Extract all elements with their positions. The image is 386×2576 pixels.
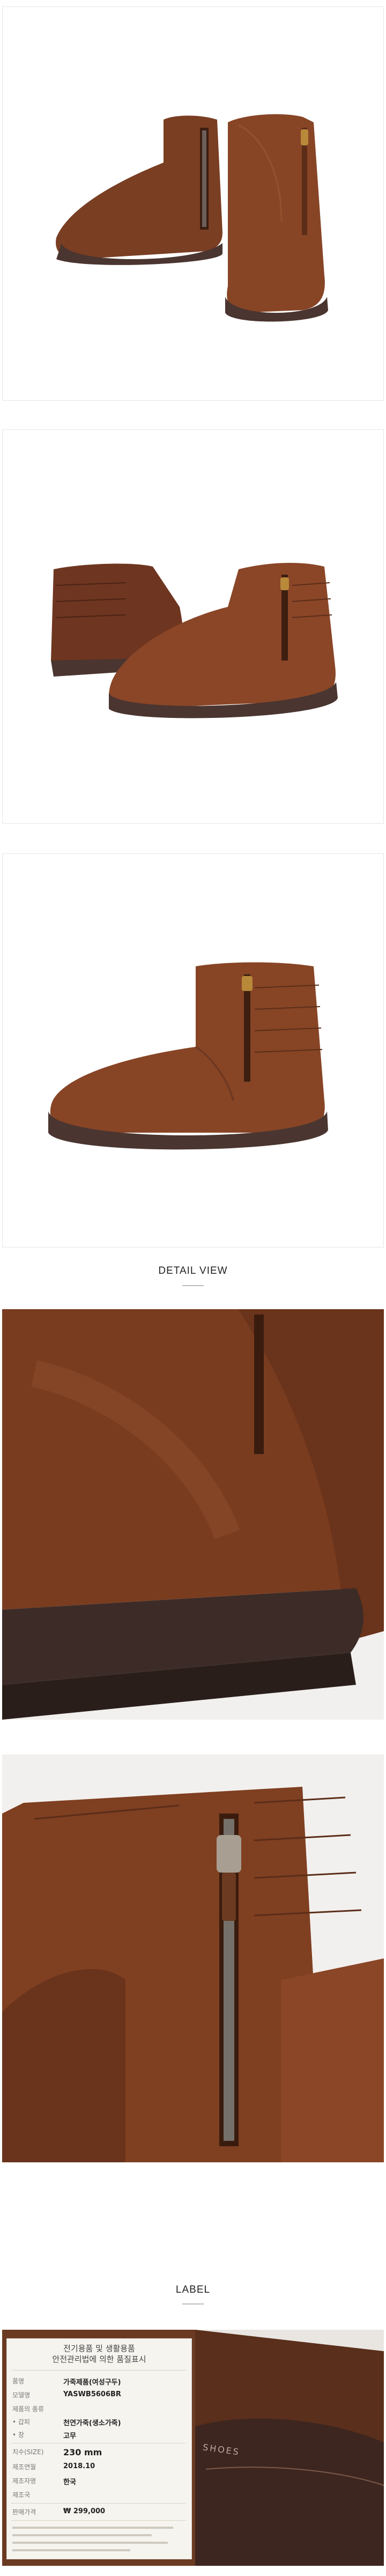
tag-row: 판매가격 ₩ 299,000 [12,2507,106,2516]
detail-photo-zipper [2,1755,384,2162]
tag-divider [11,2503,186,2504]
tag-row: • 갑피 천연가죽(생소가죽) [12,2418,121,2427]
tag-row: 제조국 [12,2491,31,2499]
label-heading: LABEL [175,2284,211,2295]
tag-title-line1: 전기용품 및 생활용품 [63,2344,135,2353]
tag-row: 품명 가죽제품(여성구두) [12,2377,121,2387]
tag-title-line2: 안전관리법에 의한 품질표시 [52,2354,146,2364]
quality-label-tag: 전기용품 및 생활용품 안전관리법에 의한 품질표시 품명 가죽제품(여성구두) … [6,2338,192,2559]
tag-fine-print [12,2524,184,2555]
heading-divider [182,2303,204,2305]
product-photo-pair-front [2,6,384,401]
detail-photo-toe [2,1309,384,1720]
tag-row: 모델명 YASWB5606BR [12,2390,121,2399]
product-photo-pair-side [2,429,384,824]
tag-row: 제조연월 2018.10 [12,2462,95,2471]
tag-row: • 창 고무 [12,2431,76,2440]
detail-view-heading: DETAIL VIEW [158,1265,228,1276]
heading-divider [182,1285,204,1286]
tag-row: 치수(SIZE) 230 mm [12,2447,102,2457]
tag-divider [11,2520,186,2521]
product-photo-single-side [2,853,384,1247]
tag-row: 제품의 종류 [12,2405,44,2413]
tag-row: 제조자명 한국 [12,2477,76,2486]
